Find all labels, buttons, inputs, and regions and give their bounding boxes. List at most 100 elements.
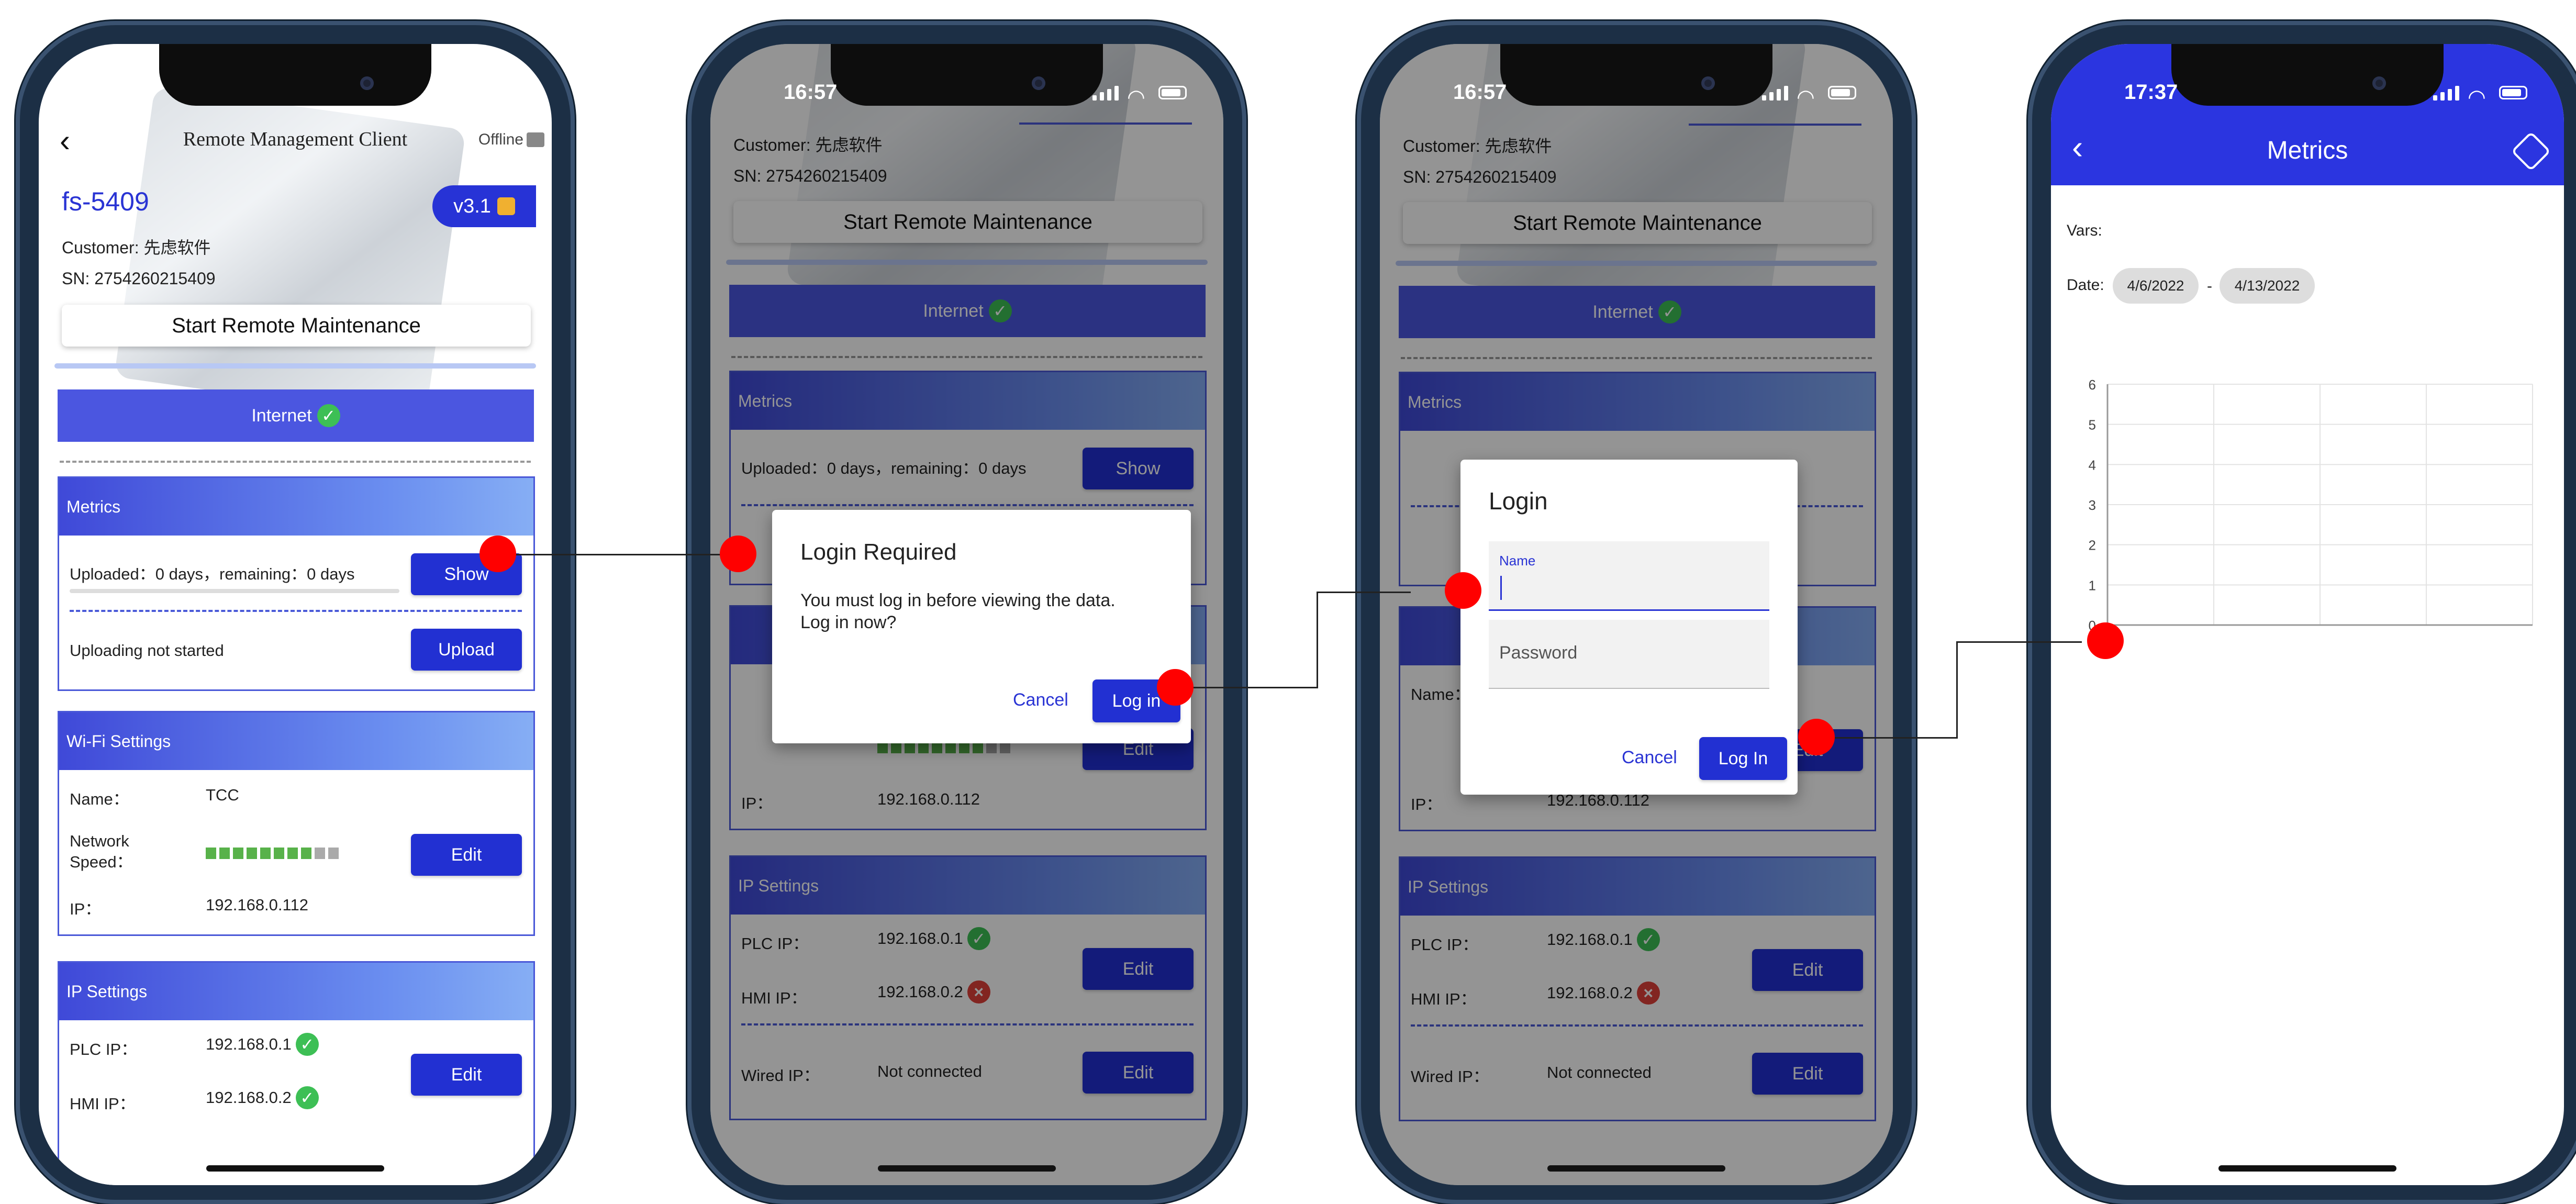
connector-line (1956, 641, 1958, 739)
connector-line (516, 554, 730, 555)
ip-card-header: IP Settings (59, 963, 533, 1020)
battery-icon (1828, 86, 1856, 99)
home-indicator (878, 1165, 1056, 1172)
plc-ip-label: PLC IP： (70, 1040, 138, 1058)
wifi-ip-label: IP： (70, 900, 102, 918)
ip-edit-button[interactable]: Edit (411, 1054, 522, 1096)
connector-line (1832, 737, 1958, 739)
notch (159, 44, 431, 106)
sn-text: SN: 2754260215409 (62, 269, 216, 288)
offline-icon (527, 132, 544, 147)
tap-indicator-show (479, 536, 516, 572)
check-icon: ✓ (295, 1033, 319, 1056)
tap-indicator-login-dialog (1445, 572, 1481, 609)
check-icon: ✓ (295, 1086, 319, 1109)
upload-progress (70, 589, 399, 593)
screen-login: 16:57 ◠ Customer: 先虑软件 SN: 2754260215409… (1380, 44, 1893, 1185)
connector-line (1191, 687, 1317, 688)
hmi-ip-text: 192.168.0.2 (206, 1088, 292, 1107)
dialog-title: Login Required (800, 539, 957, 565)
connector-line (1317, 592, 1318, 688)
customer-text: Customer: 先虑软件 (62, 238, 211, 257)
screen-device-details: ‹ Remote Management Client Offline fs-54… (39, 44, 552, 1185)
y-tick-label: 4 (2089, 457, 2096, 473)
wifi-name-value: TCC (206, 786, 239, 804)
internet-label: Internet (251, 405, 312, 426)
status-bar: 17:37 ◠ (2051, 81, 2564, 112)
name-field-label: Name (1499, 553, 1536, 568)
date-separator: - (2207, 277, 2212, 295)
uploading-status: Uploading not started (70, 641, 224, 660)
tap-indicator-log-in (1157, 669, 1194, 706)
tap-indicator-metrics (2087, 622, 2124, 659)
cancel-button[interactable]: Cancel (1622, 748, 1677, 768)
signal-icon (1762, 85, 1788, 101)
password-field[interactable]: Password (1489, 620, 1769, 689)
plc-ip-value: 192.168.0.1 ✓ (206, 1033, 319, 1056)
y-tick-label: 1 (2089, 577, 2096, 593)
check-icon: ✓ (317, 404, 340, 427)
offline-status: Offline (478, 131, 544, 149)
status-time: 16:57 (784, 81, 838, 104)
y-tick-label: 5 (2089, 417, 2096, 433)
log-in-button[interactable]: Log In (1699, 737, 1787, 780)
metrics-chart: 01234561970 MarAprMayJun (2089, 377, 2533, 630)
dialog-title: Login (1489, 487, 1548, 515)
signal-icon (2433, 85, 2459, 101)
status-time: 16:57 (1453, 81, 1507, 104)
wifi-edit-button[interactable]: Edit (411, 834, 522, 876)
device-name: fs-5409 (62, 187, 149, 216)
phone-frame-3: 16:57 ◠ Customer: 先虑软件 SN: 2754260215409… (1357, 21, 1916, 1204)
login-required-dialog: Login Required You must log in before vi… (772, 510, 1191, 743)
network-speed-label: Network Speed： (70, 832, 133, 871)
wifi-icon: ◠ (1798, 86, 1814, 109)
screen-login-required: 16:57 ◠ Customer: 先虑软件 SN: 2754260215409… (710, 44, 1223, 1185)
y-tick-label: 3 (2089, 497, 2096, 513)
battery-icon (1158, 86, 1187, 99)
status-bar: 16:57 ◠ (710, 81, 1223, 112)
page-title: Remote Management Client (183, 128, 408, 150)
date-from-chip[interactable]: 4/6/2022 (2113, 268, 2199, 304)
uploaded-text: Uploaded：0 days，remaining：0 days (70, 565, 355, 583)
login-dialog: Login Name Password Cancel Log In (1460, 460, 1798, 795)
home-indicator (1547, 1165, 1725, 1172)
y-tick-label: 2 (2089, 538, 2096, 553)
divider (70, 610, 522, 612)
connector-line (1956, 641, 2082, 643)
phone-frame-2: 16:57 ◠ Customer: 先虑软件 SN: 2754260215409… (687, 21, 1246, 1204)
dialog-body: You must log in before viewing the data.… (800, 590, 1116, 632)
y-tick-label: 6 (2089, 377, 2096, 393)
upload-button[interactable]: Upload (411, 629, 522, 671)
home-indicator (206, 1165, 384, 1172)
network-speed-meter (206, 848, 339, 859)
date-to-chip[interactable]: 4/13/2022 (2220, 268, 2315, 304)
start-remote-maintenance-button[interactable]: Start Remote Maintenance (62, 305, 531, 347)
wifi-ip-value: 192.168.0.112 (206, 896, 308, 914)
signal-icon (1092, 85, 1119, 101)
divider (60, 461, 531, 463)
status-time: 17:37 (2124, 81, 2178, 104)
status-bar: 16:57 ◠ (1380, 81, 1893, 112)
wifi-settings-card: Wi-Fi Settings Name： TCC Network Speed： E… (58, 711, 535, 936)
plc-ip-text: 192.168.0.1 (206, 1035, 292, 1053)
internet-status-bar: Internet ✓ (58, 389, 534, 442)
wifi-icon: ◠ (2469, 86, 2485, 109)
wifi-icon: ◠ (1128, 86, 1144, 109)
screen-metrics: 17:37 ◠ ‹ Metrics Vars: Date: 4/6/2022 -… (2051, 44, 2564, 1185)
version-badge[interactable]: v3.1 (432, 185, 536, 227)
metrics-card-header: Metrics (59, 478, 533, 536)
password-placeholder: Password (1499, 643, 1578, 663)
hmi-ip-value: 192.168.0.2 ✓ (206, 1086, 319, 1109)
connector-line (1317, 592, 1411, 593)
cancel-button[interactable]: Cancel (1013, 690, 1068, 710)
update-icon (497, 197, 515, 215)
phone-frame-1: ‹ Remote Management Client Offline fs-54… (16, 21, 575, 1204)
phone-frame-4: 17:37 ◠ ‹ Metrics Vars: Date: 4/6/2022 -… (2028, 21, 2576, 1204)
ip-settings-card: IP Settings PLC IP： 192.168.0.1 ✓ Edit HM… (58, 961, 535, 1185)
page-title: Metrics (2267, 137, 2348, 164)
offline-label: Offline (478, 131, 523, 148)
text-cursor (1500, 576, 1502, 600)
metrics-card: Metrics Uploaded：0 days，remaining：0 days… (58, 476, 535, 691)
name-field[interactable]: Name (1489, 541, 1769, 611)
wifi-card-header: Wi-Fi Settings (59, 712, 533, 770)
